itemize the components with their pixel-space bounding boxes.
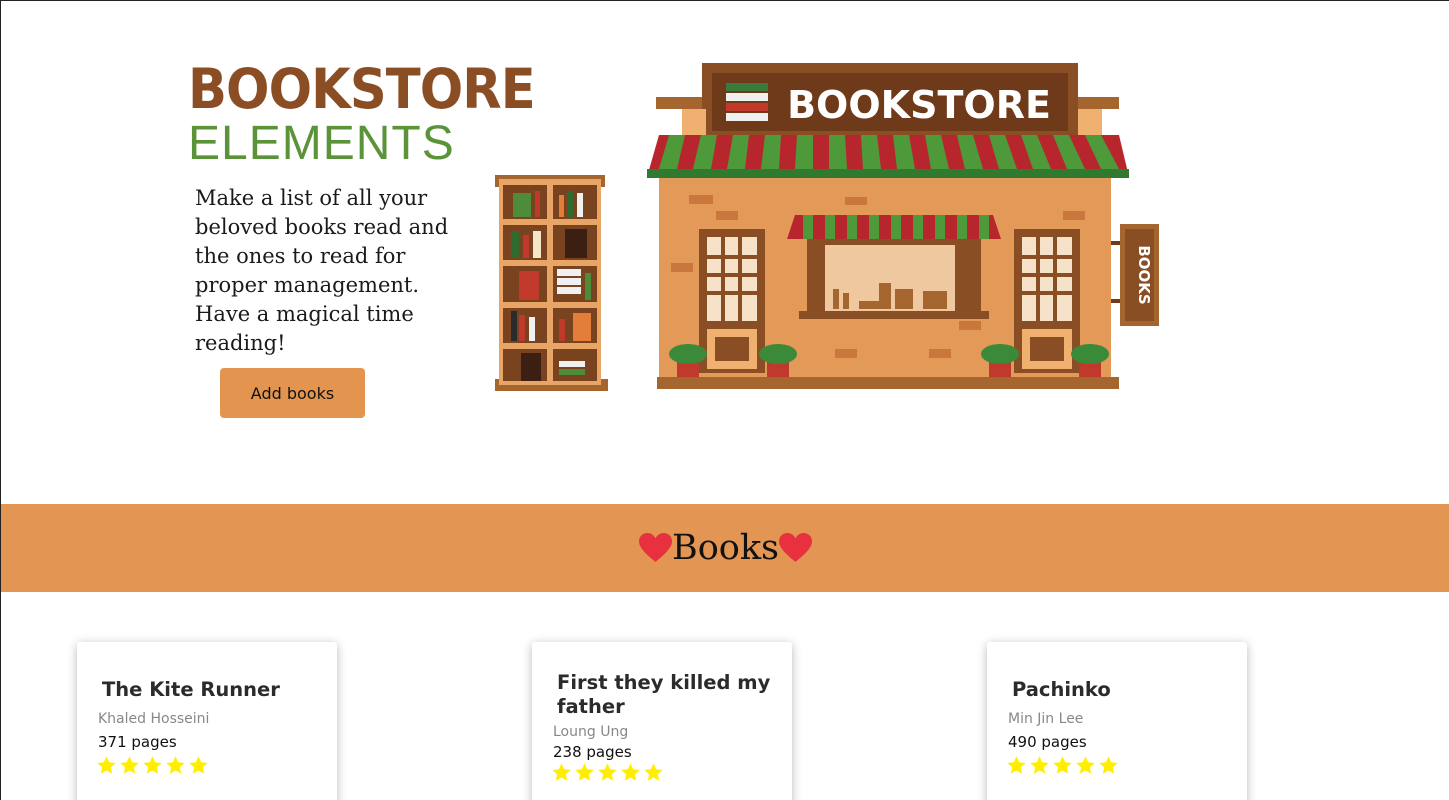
heart-icon <box>638 533 672 562</box>
star-icon <box>189 756 208 774</box>
heart-icon <box>779 533 813 562</box>
star-icon <box>644 763 663 781</box>
star-icon <box>1099 756 1118 774</box>
add-books-button[interactable]: Add books <box>220 368 365 418</box>
book-pages: 238 pages <box>553 743 632 761</box>
rating-stars <box>96 755 209 776</box>
star-icon <box>1030 756 1049 774</box>
rating-stars <box>551 762 664 783</box>
star-icon <box>166 756 185 774</box>
book-pages: 490 pages <box>1008 733 1087 751</box>
star-icon <box>575 763 594 781</box>
star-icon <box>552 763 571 781</box>
shop-sign-text: BOOKSTORE <box>787 83 1051 127</box>
book-author: Khaled Hosseini <box>98 711 210 727</box>
book-title: The Kite Runner <box>102 678 280 701</box>
books-heading: Books <box>638 528 813 568</box>
book-pages: 371 pages <box>98 733 177 751</box>
star-icon <box>97 756 116 774</box>
books-section-header: Books <box>1 504 1449 592</box>
book-author: Min Jin Lee <box>1008 711 1084 727</box>
book-card[interactable]: Pachinko Min Jin Lee 490 pages <box>987 642 1247 800</box>
book-card[interactable]: The Kite Runner Khaled Hosseini 371 page… <box>77 642 337 800</box>
star-icon <box>143 756 162 774</box>
book-author: Loung Ung <box>553 724 629 740</box>
books-heading-text: Books <box>671 528 780 568</box>
side-sign-text: BOOKS <box>1135 245 1153 304</box>
star-icon <box>1007 756 1026 774</box>
shop-image: BOOKSTORE BOOKS <box>647 63 1159 389</box>
book-title: First they killed my father <box>557 671 771 718</box>
star-icon <box>120 756 139 774</box>
star-icon <box>621 763 640 781</box>
book-card[interactable]: First they killed my father Loung Ung 23… <box>532 642 792 800</box>
star-icon <box>1076 756 1095 774</box>
hero-section: BOOKSTORE ELEMENTS Make a list of all yo… <box>1 1 1449 504</box>
rating-stars <box>1006 755 1119 776</box>
star-icon <box>1053 756 1072 774</box>
hero-tagline: Make a list of all your beloved books re… <box>195 186 449 355</box>
bookstore-illustration: BOOKSTORE BOOKS <box>495 63 1159 391</box>
bookshelf-image <box>495 175 608 391</box>
star-icon <box>598 763 617 781</box>
logo-title: BOOKSTORE <box>188 57 536 121</box>
book-title: Pachinko <box>1012 678 1111 701</box>
